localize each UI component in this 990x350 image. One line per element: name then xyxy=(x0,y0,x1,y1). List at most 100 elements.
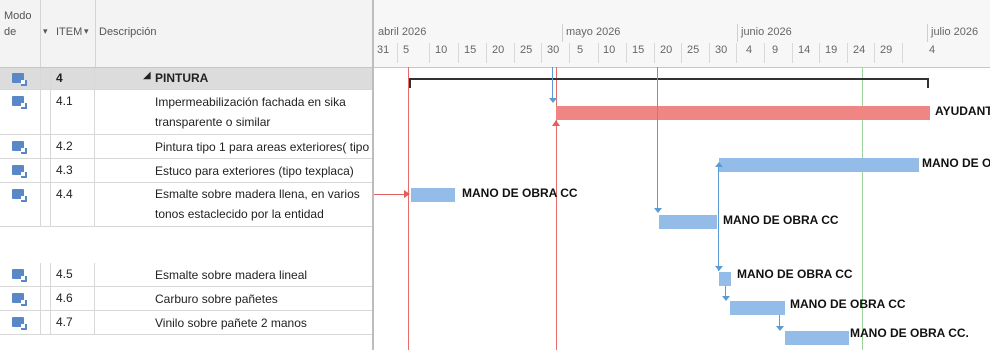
dropdown-arrow-icon[interactable]: ▾ xyxy=(84,26,89,37)
day-label: 29 xyxy=(880,44,893,56)
table-row[interactable]: 4.7 Vinilo sobre pañete 2 manos xyxy=(0,311,372,335)
project-gantt-view: Modo de ▾ ITEM ▾ Descripción 4 ◢ PINTURA xyxy=(0,0,990,350)
dependency-link xyxy=(374,194,406,195)
description-cell[interactable]: Esmalte sobre madera lineal xyxy=(95,263,372,286)
resource-label: MANO DE OBRA CC xyxy=(723,213,839,227)
item-cell: 4.3 xyxy=(50,159,95,182)
description-cell[interactable]: ◢ PINTURA xyxy=(95,68,372,89)
mode-cell xyxy=(0,159,41,182)
day-label: 31 xyxy=(377,44,390,56)
gantt-bar[interactable] xyxy=(411,188,455,202)
column-header-item-label: ITEM xyxy=(56,26,83,38)
mode-cell xyxy=(0,287,41,310)
column-header-mode-label: Modo xyxy=(4,10,32,22)
auto-scheduled-task-icon xyxy=(12,269,24,279)
timescale-header[interactable]: abril 2026 mayo 2026 junio 2026 julio 20… xyxy=(374,0,990,68)
link-arrow-icon xyxy=(715,162,723,167)
gantt-bar[interactable] xyxy=(719,272,731,286)
day-divider xyxy=(626,43,627,63)
summary-end-marker xyxy=(927,78,929,88)
auto-scheduled-task-icon xyxy=(12,73,24,83)
resource-label: MANO DE OBRA CC xyxy=(790,297,906,311)
gantt-bar-critical[interactable] xyxy=(556,106,930,120)
table-row[interactable]: 4 ◢ PINTURA xyxy=(0,68,372,90)
month-label: abril 2026 xyxy=(378,26,427,38)
day-label: 15 xyxy=(632,44,645,56)
link-arrow-icon xyxy=(404,190,410,198)
day-label: 19 xyxy=(825,44,838,56)
day-divider xyxy=(598,43,599,63)
resource-label: MANO DE OBRA CC xyxy=(737,267,853,281)
summary-bar[interactable] xyxy=(409,78,929,80)
day-label: 10 xyxy=(435,44,448,56)
auto-scheduled-task-icon xyxy=(12,96,24,106)
column-header-mode[interactable]: Modo de xyxy=(0,0,41,67)
task-table: Modo de ▾ ITEM ▾ Descripción 4 ◢ PINTURA xyxy=(0,0,372,350)
description-text: Esmalte sobre madera lineal xyxy=(155,268,308,282)
month-divider xyxy=(737,24,738,42)
description-cell[interactable]: Impermeabilización fachada en sika trans… xyxy=(95,90,372,134)
description-cell[interactable]: Estuco para exteriores (tipo texplaca) xyxy=(95,159,372,182)
day-label: 4 xyxy=(929,44,936,56)
column-header-mode-label-2: de xyxy=(4,26,17,38)
description-text: Esmalte sobre madera llena, en varios to… xyxy=(155,187,360,221)
day-divider xyxy=(792,43,793,63)
mode-cell xyxy=(0,135,41,158)
description-cell[interactable]: Carburo sobre pañetes xyxy=(95,287,372,310)
summary-start-marker xyxy=(409,78,411,88)
link-arrow-icon xyxy=(776,326,784,331)
day-label: 25 xyxy=(520,44,533,56)
day-label: 9 xyxy=(772,44,779,56)
resource-label: AYUDANTE xyxy=(935,104,990,118)
day-label: 20 xyxy=(492,44,505,56)
link-arrow-icon xyxy=(715,266,723,271)
resource-label: MANO DE OBRA CC xyxy=(922,156,990,170)
description-text: Impermeabilización fachada en sika trans… xyxy=(155,95,346,129)
table-row[interactable]: 4.5 Esmalte sobre madera lineal xyxy=(0,263,372,287)
mode-cell xyxy=(0,311,41,334)
day-divider xyxy=(681,43,682,63)
dependency-link xyxy=(657,67,658,209)
table-row[interactable]: 4.1 Impermeabilización fachada en sika t… xyxy=(0,90,372,135)
day-divider xyxy=(486,43,487,63)
description-cell[interactable]: Esmalte sobre madera llena, en varios to… xyxy=(95,183,372,226)
table-row[interactable]: 4.2 Pintura tipo 1 para areas exteriores… xyxy=(0,135,372,159)
collapse-triangle-icon[interactable]: ◢ xyxy=(143,70,151,81)
column-header-item[interactable]: ▾ ITEM ▾ xyxy=(40,0,96,67)
description-cell[interactable]: Vinilo sobre pañete 2 manos xyxy=(95,311,372,334)
table-row[interactable]: 4.4 Esmalte sobre madera llena, en vario… xyxy=(0,183,372,227)
dropdown-arrow-icon[interactable]: ▾ xyxy=(43,26,48,37)
auto-scheduled-task-icon xyxy=(12,189,24,199)
table-row[interactable]: 4.3 Estuco para exteriores (tipo texplac… xyxy=(0,159,372,183)
gantt-bar[interactable] xyxy=(785,331,849,345)
day-divider xyxy=(654,43,655,63)
description-cell[interactable]: Pintura tipo 1 para areas exteriores( ti… xyxy=(95,135,372,158)
status-date-line xyxy=(408,67,409,350)
day-divider xyxy=(541,43,542,63)
day-divider xyxy=(764,43,765,63)
day-label: 10 xyxy=(603,44,616,56)
gantt-bar[interactable] xyxy=(730,301,785,315)
day-divider xyxy=(569,43,570,63)
link-arrow-icon xyxy=(552,120,560,126)
item-cell: 4 xyxy=(50,68,95,89)
item-cell: 4.2 xyxy=(50,135,95,158)
day-label: 5 xyxy=(403,44,410,56)
table-row[interactable]: 4.6 Carburo sobre pañetes xyxy=(0,287,372,311)
month-divider xyxy=(562,24,563,42)
day-divider xyxy=(819,43,820,63)
column-header-description-label: Descripción xyxy=(99,26,157,38)
gantt-bar[interactable] xyxy=(719,158,919,172)
day-label: 30 xyxy=(715,44,728,56)
description-text: Estuco para exteriores (tipo texplaca) xyxy=(155,164,354,178)
description-text: Vinilo sobre pañete 2 manos xyxy=(155,316,307,330)
day-label: 25 xyxy=(687,44,700,56)
day-label: 24 xyxy=(853,44,866,56)
gantt-chart[interactable]: abril 2026 mayo 2026 junio 2026 julio 20… xyxy=(372,0,990,350)
gantt-bar[interactable] xyxy=(659,215,717,229)
item-cell: 4.1 xyxy=(50,90,95,134)
description-text: Carburo sobre pañetes xyxy=(155,292,278,306)
table-header: Modo de ▾ ITEM ▾ Descripción xyxy=(0,0,372,68)
auto-scheduled-task-icon xyxy=(12,165,24,175)
column-header-description[interactable]: Descripción xyxy=(95,0,372,67)
